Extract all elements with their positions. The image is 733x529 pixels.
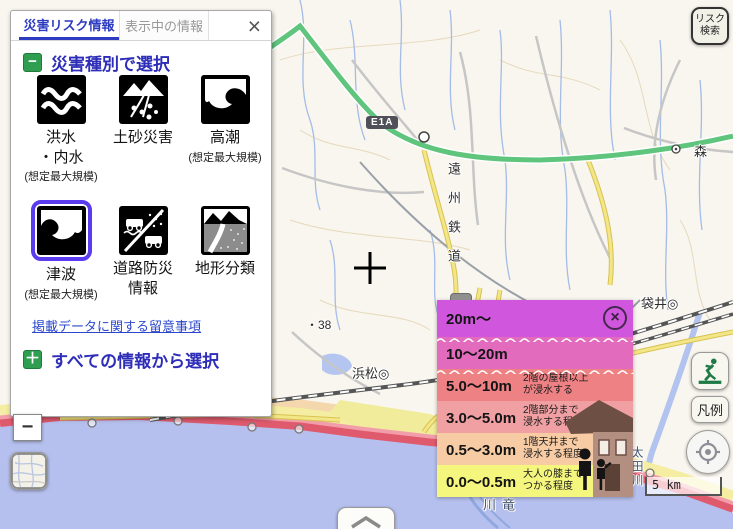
disaster-sub-storm-surge: (想定最大規模)	[188, 149, 261, 165]
collapse-minus-icon[interactable]: −	[23, 53, 42, 72]
tsunami-selected-highlight	[31, 200, 92, 261]
disaster-sub-tsunami: (想定最大規模)	[24, 286, 97, 302]
hazard-map-app: E1A 森 袋井◎ 浜松◎ ・38 遠州鉄道 竜川 太田川 災害リスク情報 表示…	[0, 0, 733, 529]
tab-disaster-risk-info[interactable]: 災害リスク情報	[19, 11, 119, 40]
risk-search-button[interactable]: リスク 検索	[691, 7, 729, 45]
panel-close-icon[interactable]: ×	[248, 12, 261, 40]
section-select-by-disaster: − 災害種別で選択	[23, 50, 170, 75]
panel-tabs: 災害リスク情報 表示中の情報	[11, 11, 271, 41]
disaster-item-tsunami[interactable]: 津波 (想定最大規模)	[20, 206, 102, 302]
map-crosshair	[353, 251, 387, 285]
minimap-thumbnail	[11, 452, 47, 490]
tsunami-depth-legend: 20m～ × 10～20m 5.0～10m 2階の屋根以上 が浸水する 3.0～…	[437, 300, 633, 497]
expressway-badge: E1A	[366, 116, 398, 129]
depth-range-label: 20m～	[437, 308, 523, 329]
map-label-spot-height: ・38	[306, 316, 331, 333]
depth-range-label: 5.0～10m	[437, 375, 523, 396]
house-depth-illustration	[559, 388, 633, 497]
landslide-icon	[119, 75, 168, 124]
disaster-label-storm-surge: 高潮	[210, 128, 240, 148]
depth-range-label: 0.5～3.0m	[437, 439, 523, 460]
map-label-mori: 森	[694, 141, 707, 160]
bottom-panel-expand-button[interactable]	[337, 507, 395, 529]
disaster-item-flood[interactable]: 洪水 ・内水 (想定最大規模)	[20, 75, 102, 206]
gps-crosshair-icon	[694, 438, 722, 466]
road-disaster-icon	[119, 206, 168, 255]
risk-search-label-line2: 検索	[700, 26, 720, 38]
disaster-item-landslide[interactable]: 土砂災害	[102, 75, 184, 206]
risk-search-label-line1: リスク	[695, 14, 725, 26]
legend-row: 20m～ ×	[437, 300, 633, 337]
disaster-item-storm-surge[interactable]: 高潮 (想定最大規模)	[184, 75, 266, 206]
disaster-item-road-disaster[interactable]: 道路防災 情報	[102, 206, 184, 302]
disaster-label-landslide: 土砂災害	[113, 128, 173, 148]
storm-surge-icon	[201, 75, 250, 124]
disaster-info-panel: 災害リスク情報 表示中の情報 × − 災害種別で選択 洪水 ・内水 (想定最大規…	[10, 10, 272, 417]
section-title-all-info: すべての情報から選択	[51, 347, 219, 372]
wave-separator	[437, 369, 633, 374]
legend-toggle-button[interactable]: 凡例	[691, 396, 729, 423]
disaster-item-landform[interactable]: 地形分類	[184, 206, 266, 302]
section-title-disaster-type: 災害種別で選択	[51, 50, 170, 75]
disaster-icon-grid: 洪水 ・内水 (想定最大規模) 土砂災害	[20, 75, 266, 302]
depth-range-label: 0.0～0.5m	[437, 471, 523, 492]
map-label-hamamatsu: 浜松◎	[352, 363, 389, 382]
disaster-label-tsunami: 津波	[46, 265, 76, 285]
legend-row: 10～20m	[437, 337, 633, 369]
map-scale-bar: 5 km	[645, 477, 722, 496]
map-label-enshu-railway: 遠州鉄道	[444, 162, 463, 278]
tsunami-icon	[37, 206, 86, 255]
disaster-label-landform: 地形分類	[195, 259, 255, 279]
flood-icon	[37, 75, 86, 124]
wave-separator	[437, 337, 633, 342]
map-label-fukuroi: 袋井◎	[641, 293, 678, 312]
running-person-icon	[696, 357, 724, 385]
disaster-label-flood: 洪水 ・内水	[38, 128, 83, 167]
expand-plus-icon[interactable]: ＋	[23, 350, 42, 369]
data-notice-link[interactable]: 掲載データに関する留意事項	[32, 316, 201, 335]
legend-close-icon[interactable]: ×	[603, 306, 627, 330]
zoom-out-button[interactable]: −	[13, 414, 42, 441]
evacuation-site-button[interactable]	[691, 352, 729, 390]
depth-range-label: 3.0～5.0m	[437, 407, 523, 428]
minimap-toggle-button[interactable]	[10, 452, 48, 490]
disaster-sub-flood: (想定最大規模)	[24, 168, 97, 184]
section-select-from-all: ＋ すべての情報から選択	[23, 347, 219, 372]
tab-displayed-info[interactable]: 表示中の情報	[119, 11, 209, 40]
depth-range-label: 10～20m	[437, 343, 523, 364]
map-label-tenryu-river: 竜川	[479, 498, 517, 529]
chevron-up-icon	[346, 515, 386, 529]
disaster-label-road-disaster: 道路防災 情報	[113, 259, 173, 298]
current-location-button[interactable]	[686, 430, 730, 474]
landform-icon	[201, 206, 250, 255]
